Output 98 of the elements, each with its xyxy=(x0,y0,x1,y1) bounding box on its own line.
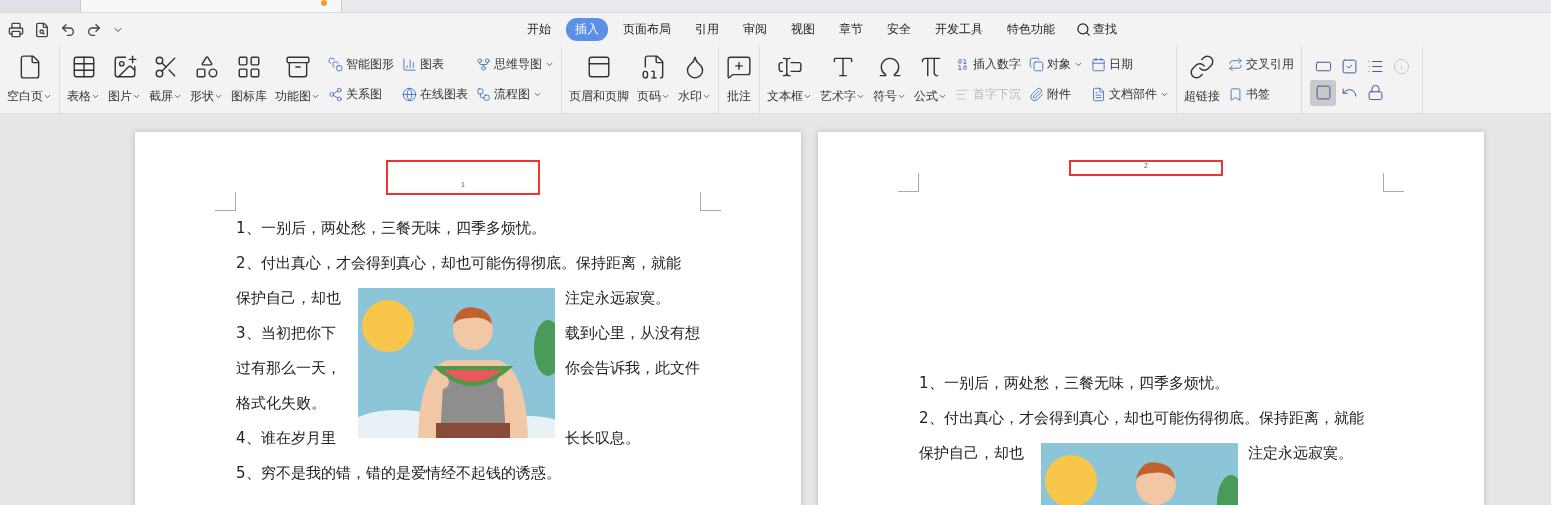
paragraph: 你会告诉我，此文件 xyxy=(565,358,701,379)
caret-icon xyxy=(702,92,711,101)
list-icon xyxy=(1366,58,1384,75)
search-button[interactable]: 查找 xyxy=(1076,21,1117,38)
paragraph: 注定永远寂寞。 xyxy=(1248,443,1354,464)
ribbon-button[interactable]: 在线图表 xyxy=(402,85,468,103)
search-icon xyxy=(1076,22,1091,37)
ribbon-button[interactable]: 附件 xyxy=(1029,85,1083,103)
ribbon-button[interactable]: 页眉和页脚 xyxy=(566,46,632,113)
caret-icon xyxy=(897,92,906,101)
calendar-icon xyxy=(1091,57,1106,73)
caret-icon xyxy=(173,92,182,101)
ribbon-button[interactable]: 艺术字 xyxy=(817,46,868,113)
caret-icon xyxy=(856,92,865,101)
caret-icon xyxy=(91,92,100,101)
header-footer-icon xyxy=(586,54,612,80)
ribbon-button[interactable]: 流程图 xyxy=(476,85,554,103)
document-icon xyxy=(1091,86,1106,102)
object-icon xyxy=(1029,57,1044,73)
mind-map-icon xyxy=(476,57,491,73)
lock-icon xyxy=(1366,84,1384,101)
menu-tab[interactable]: 特色功能 xyxy=(998,18,1064,41)
ribbon-button[interactable]: 插入数字 xyxy=(955,56,1021,74)
paragraph: 保护自己，却也 xyxy=(236,288,342,309)
ribbon-button[interactable]: 图表 xyxy=(402,56,468,74)
paragraph: 3、当初把你下 xyxy=(236,323,337,344)
print-icon[interactable] xyxy=(8,21,24,38)
ribbon-button[interactable]: 空白页 xyxy=(4,46,55,113)
info-icon xyxy=(1392,58,1410,75)
paragraph: 4、谁在岁月里 xyxy=(236,428,337,449)
ribbon-button[interactable]: 表格 xyxy=(64,46,103,113)
ribbon-button[interactable]: 公式 xyxy=(911,46,950,113)
paragraph: 2、付出真心，才会得到真心，却也可能伤得彻底。保持距离，就能 xyxy=(236,253,682,274)
caret-icon xyxy=(132,92,141,101)
paragraph: 长长叹息。 xyxy=(565,428,641,449)
menu-tab[interactable]: 页面布局 xyxy=(614,18,680,41)
paragraph: 保护自己，却也 xyxy=(919,443,1025,464)
bar-chart-icon xyxy=(402,57,417,73)
flowchart-icon xyxy=(476,86,491,102)
ribbon-button[interactable]: 智能图形 xyxy=(328,56,394,74)
ribbon-button[interactable]: 关系图 xyxy=(328,85,394,103)
ribbon-button[interactable]: 页码 xyxy=(634,46,673,113)
menu-tab[interactable]: 开始 xyxy=(518,18,560,41)
paperclip-icon xyxy=(1029,86,1044,102)
caret-icon xyxy=(803,92,812,101)
ribbon-button[interactable]: 批注 xyxy=(723,46,755,113)
bookmark-icon xyxy=(1228,86,1243,102)
caret-icon xyxy=(214,92,223,101)
menu-tab[interactable]: 视图 xyxy=(782,18,824,41)
undo-icon[interactable] xyxy=(60,21,76,38)
ribbon-button[interactable]: 图标库 xyxy=(228,46,270,113)
redo-icon[interactable] xyxy=(86,21,102,38)
paragraph: 过有那么一天， xyxy=(236,358,342,379)
paragraph: 注定永远寂寞。 xyxy=(565,288,671,309)
caret-icon xyxy=(311,92,320,101)
ribbon-button[interactable]: 文档部件 xyxy=(1091,85,1169,103)
margin-mark xyxy=(215,192,236,211)
ribbon-button[interactable]: 日期 xyxy=(1091,56,1169,74)
number-icon xyxy=(955,57,970,73)
paragraph: 1、一别后，两处愁，三餐无味，四季多烦忧。 xyxy=(919,373,1230,394)
relation-icon xyxy=(328,86,343,102)
caret-icon xyxy=(938,92,947,101)
menu-tab[interactable]: 安全 xyxy=(878,18,920,41)
ribbon-button[interactable]: 书签 xyxy=(1228,85,1294,103)
paragraph: 5、穷不是我的错，错的是爱情经不起钱的诱惑。 xyxy=(236,463,562,484)
ribbon-button[interactable]: 超链接 xyxy=(1181,46,1223,113)
ribbon-button[interactable]: 图片 xyxy=(105,46,144,113)
ribbon-button[interactable]: 文本框 xyxy=(764,46,815,113)
caret-icon xyxy=(43,92,52,101)
paragraph: 1、一别后，两处愁，三餐无味，四季多烦忧。 xyxy=(236,218,547,239)
margin-mark xyxy=(700,192,721,211)
paragraph: 载到心里，从没有想 xyxy=(565,323,701,344)
checkbox-icon xyxy=(1340,58,1358,75)
paragraph: 2、付出真心，才会得到真心，却也可能伤得彻底。保持距离，就能 xyxy=(919,408,1365,429)
ribbon-button[interactable]: 水印 xyxy=(675,46,714,113)
icon-library-icon xyxy=(236,54,262,80)
ribbon-button[interactable]: 符号 xyxy=(870,46,909,113)
globe-icon xyxy=(402,86,417,102)
unsaved-dot-icon xyxy=(321,0,327,6)
menu-tab[interactable]: 引用 xyxy=(686,18,728,41)
link-icon xyxy=(1189,54,1215,80)
comment-icon xyxy=(726,54,752,80)
margin-mark xyxy=(1383,173,1404,192)
caret-icon xyxy=(661,92,670,101)
ribbon-button[interactable]: 形状 xyxy=(187,46,226,113)
menu-tab[interactable]: 开发工具 xyxy=(926,18,992,41)
ribbon-button[interactable]: 对象 xyxy=(1029,56,1083,74)
control-button[interactable] xyxy=(1310,79,1336,106)
print-preview-icon[interactable] xyxy=(34,21,50,38)
menu-tab[interactable]: 审阅 xyxy=(734,18,776,41)
frame-icon xyxy=(1314,84,1332,101)
ribbon-button[interactable]: 思维导图 xyxy=(476,56,554,74)
ribbon-button[interactable]: 截屏 xyxy=(146,46,185,113)
ribbon-button[interactable]: 功能图 xyxy=(272,46,323,113)
menu-tab[interactable]: 章节 xyxy=(830,18,872,41)
ribbon-button[interactable]: 交叉引用 xyxy=(1228,56,1294,74)
paragraph: 格式化失败。 xyxy=(236,393,327,414)
margin-mark xyxy=(898,173,919,192)
